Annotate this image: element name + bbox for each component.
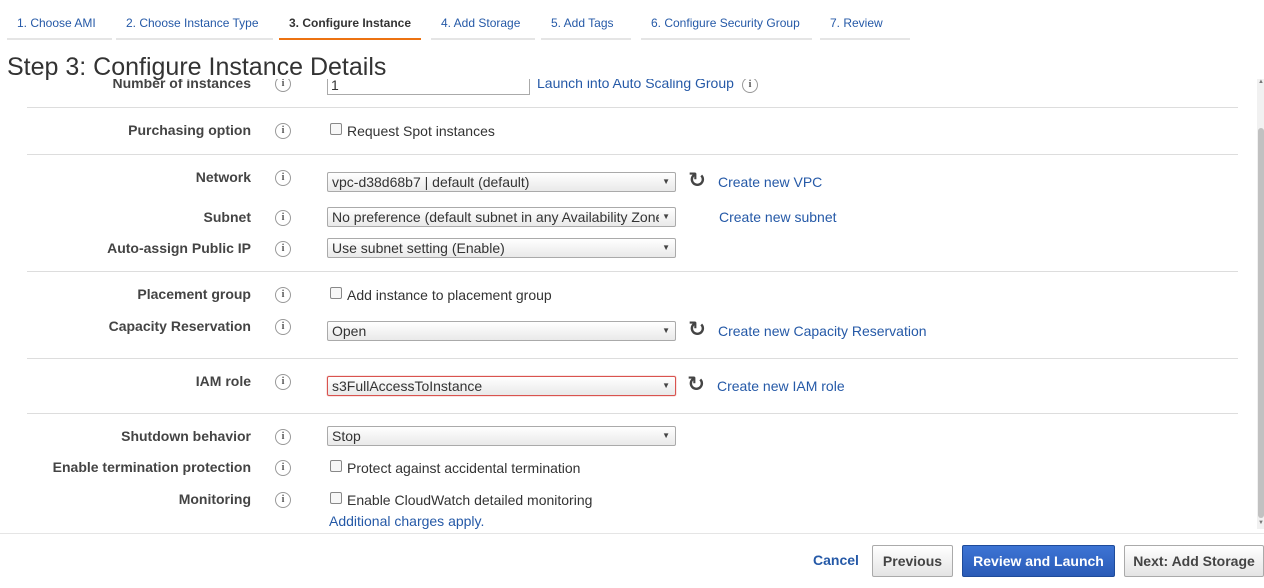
info-icon[interactable]: i [275,287,291,303]
section-divider [27,154,1238,155]
network-select-value: vpc-d38d68b7 | default (default) [332,174,530,190]
info-icon[interactable]: i [275,319,291,335]
section-divider [27,413,1238,414]
public-ip-select-value: Use subnet setting (Enable) [332,240,505,256]
public-ip-select[interactable]: Use subnet setting (Enable) ▼ [327,238,676,258]
info-icon[interactable]: i [275,492,291,508]
tab-choose-ami[interactable]: 1. Choose AMI [7,12,112,40]
request-spot-checkbox-row[interactable]: Request Spot instances [330,123,495,139]
iam-role-select-value: s3FullAccessToInstance [332,378,483,394]
tab-review[interactable]: 7. Review [820,12,910,40]
info-icon[interactable]: i [275,123,291,139]
capacity-reservation-select[interactable]: Open ▼ [327,321,676,341]
section-divider [27,271,1238,272]
info-icon[interactable]: i [275,374,291,390]
scrollbar-thumb[interactable] [1258,128,1264,518]
scroll-up-arrow-icon[interactable]: ▲ [1258,79,1264,85]
monitoring-label: Monitoring [178,491,251,507]
dropdown-caret-icon: ▼ [659,377,670,395]
refresh-icon[interactable]: ↻ [686,374,706,395]
checkbox-icon[interactable] [330,123,342,135]
info-icon[interactable]: i [275,170,291,186]
tab-add-tags[interactable]: 5. Add Tags [541,12,631,40]
dropdown-caret-icon: ▼ [659,173,670,191]
iam-role-label: IAM role [195,373,251,389]
create-new-subnet-link[interactable]: Create new subnet [719,209,837,225]
info-icon[interactable]: i [742,79,758,93]
monitoring-checkbox-row[interactable]: Enable CloudWatch detailed monitoring [330,492,592,508]
purchasing-option-label: Purchasing option [128,122,251,138]
shutdown-behavior-label: Shutdown behavior [121,428,251,444]
iam-role-select[interactable]: s3FullAccessToInstance ▼ [327,376,676,396]
capacity-reservation-label: Capacity Reservation [108,318,251,334]
tab-choose-instance-type[interactable]: 2. Choose Instance Type [116,12,273,40]
placement-group-checkbox-label: Add instance to placement group [347,287,552,303]
checkbox-icon[interactable] [330,460,342,472]
cancel-button[interactable]: Cancel [812,545,860,577]
refresh-icon[interactable]: ↻ [687,170,707,191]
page-title: Step 3: Configure Instance Details [7,53,387,81]
network-label: Network [195,169,251,185]
scroll-down-arrow-icon[interactable]: ▼ [1258,520,1264,526]
dropdown-caret-icon: ▼ [659,239,670,257]
monitoring-checkbox-label: Enable CloudWatch detailed monitoring [347,492,593,508]
tab-configure-instance[interactable]: 3. Configure Instance [279,12,421,40]
network-select[interactable]: vpc-d38d68b7 | default (default) ▼ [327,172,676,192]
wizard-footer: Cancel Previous Review and Launch Next: … [0,533,1264,588]
subnet-select-value: No preference (default subnet in any Ava… [332,209,668,225]
shutdown-behavior-select-value: Stop [332,428,361,444]
additional-charges-link[interactable]: Additional charges apply. [329,513,484,529]
placement-group-checkbox-row[interactable]: Add instance to placement group [330,287,552,303]
request-spot-label: Request Spot instances [347,123,495,139]
subnet-label: Subnet [203,209,251,225]
refresh-icon[interactable]: ↻ [687,319,707,340]
section-divider [27,358,1238,359]
dropdown-caret-icon: ▼ [659,427,670,445]
section-divider [27,107,1238,108]
launch-auto-scaling-link[interactable]: Launch into Auto Scaling Group [537,79,734,91]
public-ip-label: Auto-assign Public IP [107,240,251,256]
capacity-reservation-select-value: Open [332,323,367,339]
info-icon[interactable]: i [275,210,291,226]
shutdown-behavior-select[interactable]: Stop ▼ [327,426,676,446]
tab-configure-security-group[interactable]: 6. Configure Security Group [641,12,812,40]
dropdown-caret-icon: ▼ [659,208,670,226]
placement-group-label: Placement group [137,286,251,302]
info-icon[interactable]: i [275,460,291,476]
info-icon[interactable]: i [275,241,291,257]
termination-protection-checkbox-row[interactable]: Protect against accidental termination [330,460,580,476]
termination-protection-label: Enable termination protection [52,459,251,475]
subnet-select[interactable]: No preference (default subnet in any Ava… [327,207,676,227]
review-and-launch-button[interactable]: Review and Launch [962,545,1115,577]
previous-button[interactable]: Previous [872,545,953,577]
create-new-iam-role-link[interactable]: Create new IAM role [717,378,845,394]
info-icon[interactable]: i [275,429,291,445]
tab-add-storage[interactable]: 4. Add Storage [431,12,535,40]
wizard-tabs: 1. Choose AMI 2. Choose Instance Type 3.… [0,0,1264,40]
checkbox-icon[interactable] [330,492,342,504]
checkbox-icon[interactable] [330,287,342,299]
termination-protection-checkbox-label: Protect against accidental termination [347,460,581,476]
configure-instance-form: Number of instances i 1 Launch into Auto… [0,79,1256,529]
create-new-vpc-link[interactable]: Create new VPC [718,174,822,190]
dropdown-caret-icon: ▼ [659,322,670,340]
next-add-storage-button[interactable]: Next: Add Storage [1124,545,1264,577]
create-new-capacity-reservation-link[interactable]: Create new Capacity Reservation [718,323,927,339]
